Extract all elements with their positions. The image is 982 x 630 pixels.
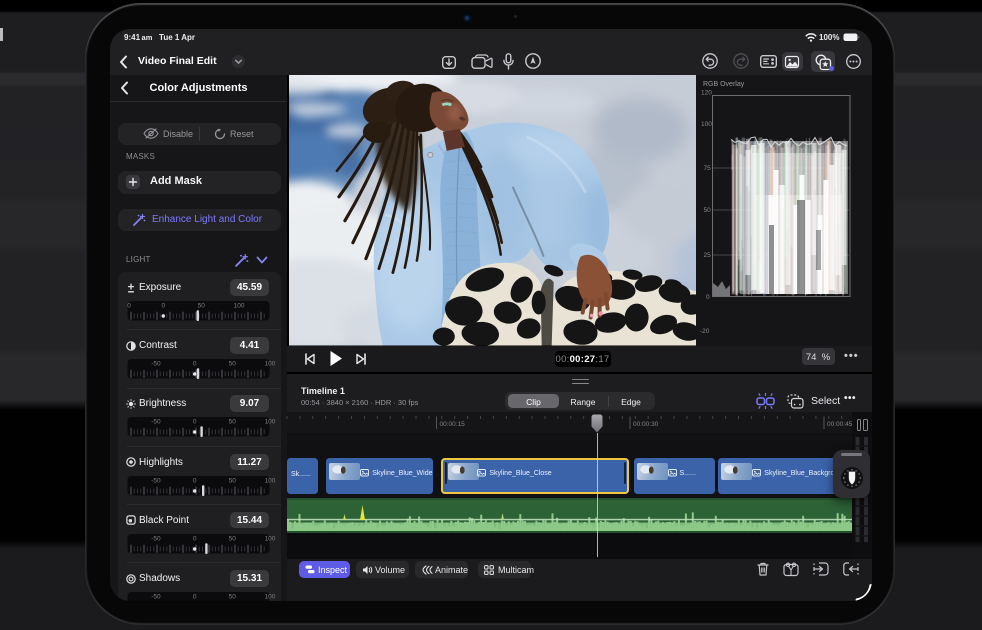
svg-text:00:00:15: 00:00:15	[440, 421, 466, 428]
svg-text:00:00:30: 00:00:30	[633, 421, 659, 428]
svg-text:00:00:45: 00:00:45	[827, 421, 853, 428]
